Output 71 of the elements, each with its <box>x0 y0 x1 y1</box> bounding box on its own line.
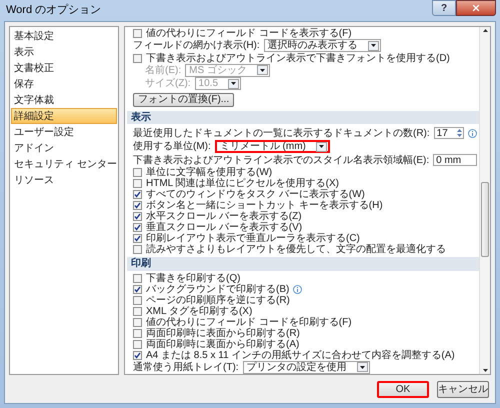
help-button[interactable]: ? <box>432 0 456 16</box>
checkbox-label: 単位に文字幅を使用する(W) <box>146 166 272 178</box>
field-label: 使用する単位(M): <box>133 141 211 152</box>
checkbox[interactable] <box>133 274 142 282</box>
checkbox-label: 両面印刷時に表面から印刷する(R) <box>146 328 300 338</box>
sidebar-item[interactable]: 保存 <box>11 76 117 92</box>
sidebar-item[interactable]: 詳細設定 <box>11 108 117 124</box>
checkbox[interactable] <box>133 284 142 294</box>
checkbox-label: 読みやすさよりもレイアウトを優先して、文字の配置を最適化する <box>146 244 446 255</box>
sidebar-item[interactable]: 基本設定 <box>11 28 117 44</box>
input-field[interactable]: 0 mm <box>433 154 478 166</box>
dropdown[interactable]: プリンタの設定を使用 <box>242 360 370 374</box>
close-icon <box>471 3 481 13</box>
checkbox[interactable] <box>133 190 142 199</box>
checkbox[interactable] <box>133 244 142 254</box>
window-title: Word のオプション <box>5 5 102 16</box>
checkbox[interactable] <box>133 168 142 177</box>
sidebar-item[interactable]: セキュリティ センター <box>11 156 117 172</box>
scrollbar[interactable] <box>479 27 490 374</box>
checkbox-label: ページの印刷順序を逆にする(R) <box>146 294 290 306</box>
checkbox[interactable] <box>133 222 142 232</box>
checkbox-label: 水平スクロール バーを表示する(Z) <box>146 210 302 222</box>
field-label: 最近使用したドキュメントの一覧に表示するドキュメントの数(R): <box>133 128 430 139</box>
checkbox[interactable] <box>133 296 142 304</box>
checkbox-label: HTML 関連は単位にピクセルを使用する(X) <box>146 178 339 189</box>
field-label: 下書き表示およびアウトライン表示でのスタイル名表示領域幅(E): <box>133 154 430 166</box>
dropdown[interactable]: ミリメートル (mm) <box>214 140 330 154</box>
checkbox[interactable] <box>133 318 142 326</box>
dialog-button[interactable]: OK <box>377 380 429 398</box>
sidebar-item[interactable]: リソース <box>11 172 117 188</box>
close-button[interactable] <box>456 0 496 16</box>
sidebar-item[interactable]: 文字体裁 <box>11 92 117 108</box>
checkbox-label: 値の代わりにフィールド コードを印刷する(F) <box>146 316 352 328</box>
field-label: 名前(E): <box>145 64 182 76</box>
field-label: 通常使う用紙トレイ(T): <box>133 362 239 373</box>
checkbox[interactable] <box>133 340 142 348</box>
checkbox[interactable] <box>133 234 142 243</box>
checkbox-label: すべてのウィンドウをタスク バーに表示する(W) <box>146 188 365 200</box>
dialog-button[interactable]: キャンセル <box>437 380 489 398</box>
sidebar-item[interactable]: ユーザー設定 <box>11 124 117 140</box>
checkbox-label: A4 または 8.5 x 11 インチの用紙サイズに合わせて内容を調整する(A) <box>146 350 455 360</box>
dropdown[interactable]: 選択時のみ表示する <box>264 39 381 52</box>
checkbox-label: 印刷レイアウト表示で垂直ルーラを表示する(C) <box>146 232 360 244</box>
scrollbar-thumb[interactable] <box>481 182 489 257</box>
sidebar-item[interactable]: アドイン <box>11 140 117 156</box>
replace-fonts-button[interactable]: フォントの置換(F)... <box>133 92 234 107</box>
checkbox-label: 垂直スクロール バーを表示する(V) <box>146 222 302 233</box>
sidebar-item[interactable]: 文書校正 <box>11 60 117 76</box>
checkbox[interactable] <box>133 212 142 221</box>
section-header: 表示 <box>127 110 479 124</box>
section-header: 印刷 <box>127 256 479 270</box>
field-label: サイズ(Z): <box>145 78 191 90</box>
checkbox-label: 下書きを印刷する(Q) <box>146 272 240 284</box>
field-label: フィールドの網かけ表示(H): <box>133 40 260 52</box>
scroll-down-icon[interactable] <box>482 369 488 372</box>
checkbox[interactable] <box>133 328 142 338</box>
checkbox[interactable] <box>133 350 142 360</box>
checkbox[interactable] <box>133 200 142 210</box>
number-spinner[interactable]: 17 <box>434 127 464 140</box>
checkbox[interactable] <box>133 178 142 188</box>
checkbox[interactable] <box>133 54 142 63</box>
checkbox-label: XML タグを印刷する(X) <box>146 306 252 316</box>
checkbox-label: 両面印刷時に裏面から印刷する(A) <box>146 338 300 350</box>
checkbox-label: 下書き表示およびアウトライン表示で下書きフォントを使用する(D) <box>146 52 450 64</box>
checkbox-label: ボタン名と一緒にショートカット キーを表示する(H) <box>146 200 383 211</box>
scroll-up-icon[interactable] <box>482 29 488 32</box>
checkbox-label: 値の代わりにフィールド コードを表示する(F) <box>146 28 352 39</box>
checkbox[interactable] <box>133 306 142 316</box>
sidebar-item[interactable]: 表示 <box>11 44 117 60</box>
checkbox[interactable] <box>133 29 142 38</box>
checkbox-label: バックグラウンドで印刷する(B) <box>146 284 290 294</box>
